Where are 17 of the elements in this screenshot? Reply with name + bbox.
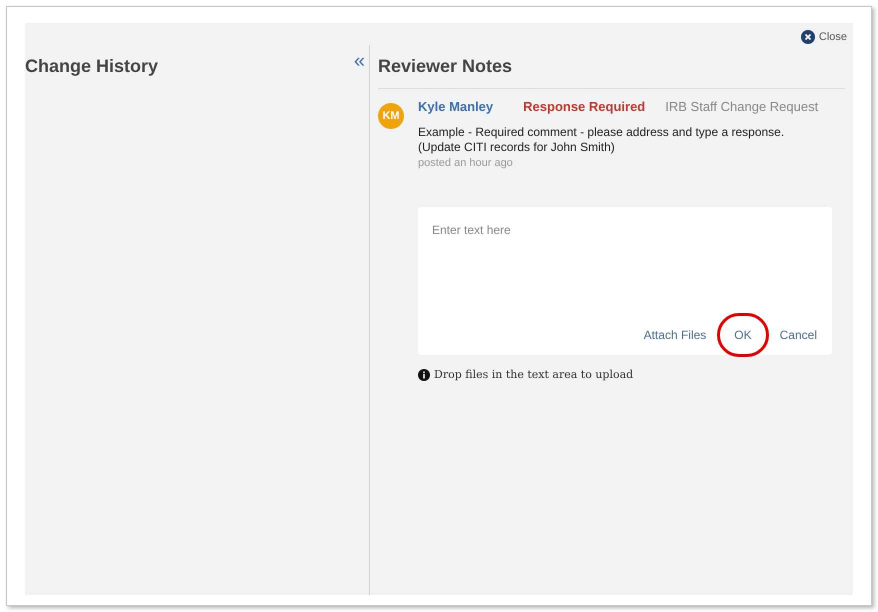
timestamp: posted an hour ago — [418, 156, 514, 170]
author-name: Kyle Manley — [418, 98, 494, 116]
close-button[interactable]: Close — [800, 29, 847, 45]
status-label: Response Required — [523, 98, 646, 116]
close-icon — [800, 30, 815, 44]
category-label: IRB Staff Change Request — [665, 98, 818, 116]
action-link[interactable]: Attach Files — [640, 323, 710, 347]
panel-title: Change History — [25, 55, 158, 78]
note-text: (Update CITI records for John Smith) — [418, 140, 616, 154]
collapse-button[interactable]: « — [354, 51, 365, 71]
reply-field[interactable]: Enter text here — [418, 207, 832, 323]
info-icon — [418, 369, 430, 382]
avatar: KM — [378, 103, 404, 129]
note-text: Example - Required comment - please address and type a response. — [418, 124, 786, 140]
panel-title: Reviewer Notes — [378, 53, 845, 89]
upload-hint: Drop files in the text area to upload — [434, 367, 634, 383]
action-link[interactable]: Cancel — [776, 323, 820, 347]
